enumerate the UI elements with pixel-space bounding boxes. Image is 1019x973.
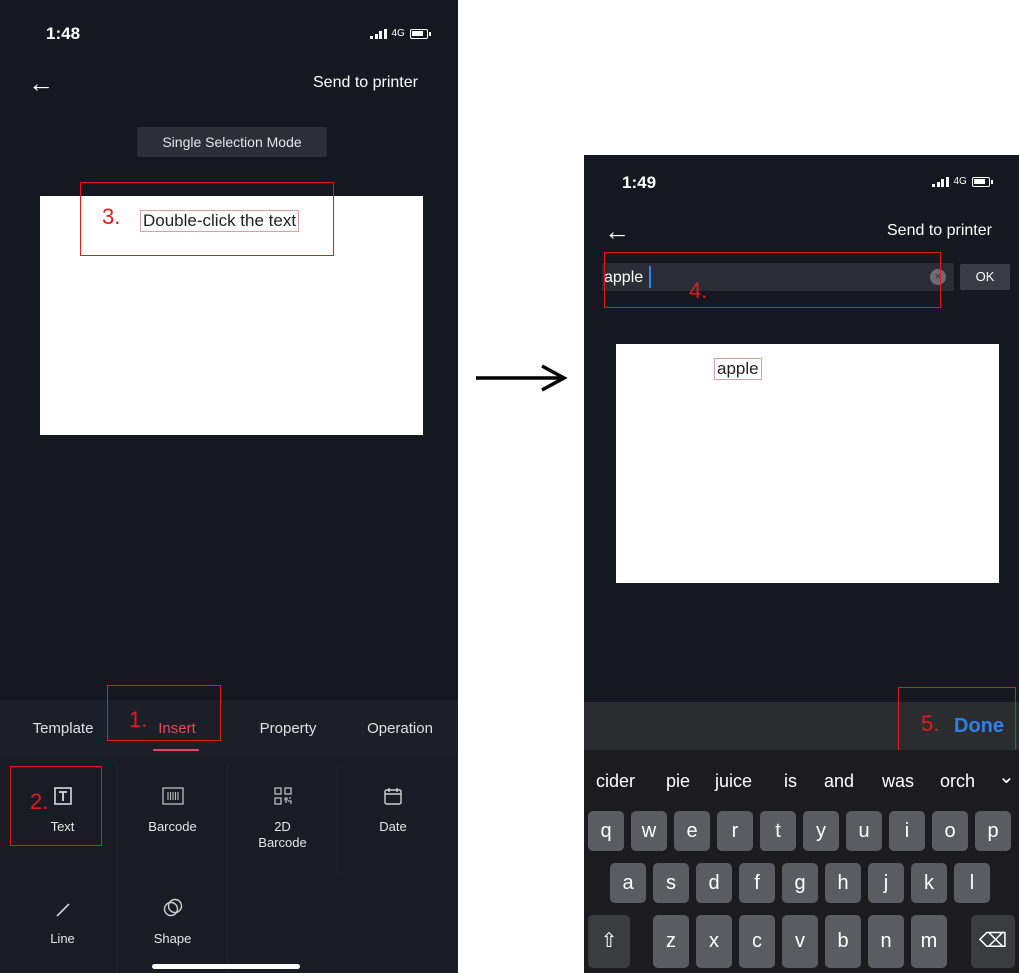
key-m[interactable]: m xyxy=(911,915,947,968)
key-u[interactable]: u xyxy=(846,811,882,851)
key-s[interactable]: s xyxy=(653,863,689,903)
tool-date[interactable]: Date xyxy=(338,765,448,875)
tool-line-label: Line xyxy=(50,931,75,946)
status-bar-icons: 4G xyxy=(932,176,993,187)
line-icon xyxy=(8,890,117,930)
right-arrow-icon xyxy=(476,364,568,392)
key-a[interactable]: a xyxy=(610,863,646,903)
key-l[interactable]: l xyxy=(954,863,990,903)
selection-mode-button[interactable]: Single Selection Mode xyxy=(137,127,327,157)
key-j[interactable]: j xyxy=(868,863,904,903)
send-to-printer-button[interactable]: Send to printer xyxy=(887,222,992,240)
suggestion-word[interactable]: was xyxy=(882,771,914,792)
key-f[interactable]: f xyxy=(739,863,775,903)
key-g[interactable]: g xyxy=(782,863,818,903)
tool-date-label: Date xyxy=(379,819,407,834)
battery-icon xyxy=(971,176,993,187)
tool-line[interactable]: Line xyxy=(8,875,118,973)
annotation-number-5: 5. xyxy=(921,711,940,736)
status-time: 1:48 xyxy=(46,24,81,43)
phone-screen-right: 1:49 4G ← Send to printer apple × OK 4. … xyxy=(584,155,1019,973)
key-n[interactable]: n xyxy=(868,915,904,968)
back-arrow-icon[interactable]: ← xyxy=(28,70,54,96)
key-h[interactable]: h xyxy=(825,863,861,903)
tool-barcode[interactable]: Barcode xyxy=(118,765,228,875)
on-screen-keyboard: cider pie juice is and was orch ⌄ q w e … xyxy=(584,750,1019,973)
key-r[interactable]: r xyxy=(717,811,753,851)
tool-2d-barcode-label-2: Barcode xyxy=(258,835,307,850)
key-z[interactable]: z xyxy=(653,915,689,968)
backspace-key-icon[interactable]: ⌫ xyxy=(971,915,1015,968)
chevron-down-icon[interactable]: ⌄ xyxy=(998,764,1015,789)
status-time: 1:49 xyxy=(622,173,657,192)
annotation-number-3: 3. xyxy=(102,204,121,229)
tab-operation[interactable]: Operation xyxy=(356,720,444,737)
tool-2d-barcode[interactable]: 2D Barcode xyxy=(228,765,338,875)
tool-barcode-label: Barcode xyxy=(148,819,197,834)
qr-code-icon xyxy=(228,776,337,816)
tool-shape[interactable]: Shape xyxy=(118,875,228,973)
tab-property[interactable]: Property xyxy=(242,720,334,737)
key-t[interactable]: t xyxy=(760,811,796,851)
status-bar-icons: 4G xyxy=(370,28,431,39)
battery-icon xyxy=(409,28,431,39)
annotation-number-4: 4. xyxy=(689,278,708,303)
annotation-box-5 xyxy=(898,687,1016,755)
key-e[interactable]: e xyxy=(674,811,710,851)
phone-screen-left: 1:48 4G ← Send to printer Single Selecti… xyxy=(0,0,458,973)
tab-template[interactable]: Template xyxy=(14,720,112,737)
suggestion-word[interactable]: cider xyxy=(596,771,635,792)
suggestion-word[interactable]: juice xyxy=(715,771,752,792)
tool-2d-barcode-label-1: 2D xyxy=(274,819,291,834)
key-o[interactable]: o xyxy=(932,811,968,851)
key-i[interactable]: i xyxy=(889,811,925,851)
annotation-number-2: 2. xyxy=(30,789,49,814)
signal-icon xyxy=(370,28,387,39)
shift-key-icon[interactable]: ⇧ xyxy=(588,915,630,968)
suggestion-word[interactable]: orch xyxy=(940,771,975,792)
signal-icon xyxy=(932,176,949,187)
key-y[interactable]: y xyxy=(803,811,839,851)
key-p[interactable]: p xyxy=(975,811,1011,851)
key-k[interactable]: k xyxy=(911,863,947,903)
tool-shape-label: Shape xyxy=(153,931,192,946)
annotation-box-2 xyxy=(10,766,102,846)
canvas-text-element[interactable]: apple xyxy=(714,358,762,380)
network-label: 4G xyxy=(953,176,967,187)
suggestion-word[interactable]: and xyxy=(824,771,854,792)
key-x[interactable]: x xyxy=(696,915,732,968)
ok-button[interactable]: OK xyxy=(960,264,1010,290)
suggestion-word[interactable]: pie xyxy=(666,771,690,792)
key-b[interactable]: b xyxy=(825,915,861,968)
key-v[interactable]: v xyxy=(782,915,818,968)
annotation-number-1: 1. xyxy=(129,707,148,732)
key-c[interactable]: c xyxy=(739,915,775,968)
label-canvas[interactable] xyxy=(616,344,999,583)
key-w[interactable]: w xyxy=(631,811,667,851)
key-q[interactable]: q xyxy=(588,811,624,851)
back-arrow-icon[interactable]: ← xyxy=(604,218,630,244)
suggestion-word[interactable]: is xyxy=(784,771,797,792)
annotation-box-1 xyxy=(107,685,221,741)
tab-active-indicator xyxy=(153,749,199,751)
calendar-icon xyxy=(338,776,448,816)
annotation-box-4 xyxy=(604,252,941,308)
barcode-icon xyxy=(118,776,227,816)
home-indicator xyxy=(152,964,300,969)
network-label: 4G xyxy=(391,28,405,39)
key-d[interactable]: d xyxy=(696,863,732,903)
shape-icon xyxy=(118,888,227,928)
send-to-printer-button[interactable]: Send to printer xyxy=(313,74,418,92)
